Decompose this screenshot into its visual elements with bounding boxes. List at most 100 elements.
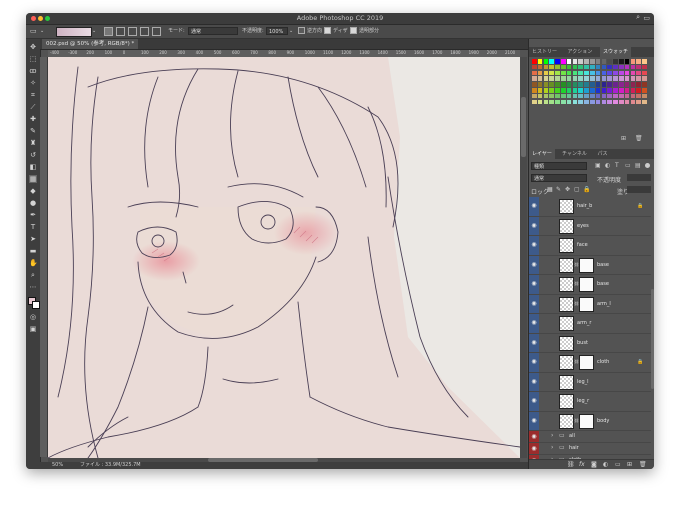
color-swatch[interactable] (555, 88, 560, 93)
layer-row[interactable]: ◉ bust (529, 333, 651, 353)
color-swatch[interactable] (613, 59, 618, 64)
adjustment-icon[interactable]: ◐ (603, 460, 608, 469)
color-swatch[interactable] (642, 64, 647, 70)
color-swatch[interactable] (561, 93, 566, 99)
layer-row[interactable]: ◉ arm_r (529, 314, 651, 334)
color-swatch[interactable] (595, 82, 601, 87)
color-swatch[interactable] (595, 99, 601, 105)
trash-icon[interactable]: 🗑 (635, 135, 643, 142)
color-swatch[interactable] (572, 93, 578, 99)
color-swatch[interactable] (636, 99, 641, 105)
color-swatch[interactable] (532, 64, 537, 70)
screen-mode-icon[interactable]: ▣ (29, 325, 37, 333)
color-swatch[interactable] (613, 93, 618, 99)
opacity-input[interactable]: 100% (266, 27, 288, 35)
color-swatch[interactable] (613, 70, 618, 76)
vertical-scrollbar[interactable] (520, 57, 527, 458)
color-swatch[interactable] (590, 59, 595, 64)
color-swatch[interactable] (595, 93, 601, 99)
transparency-checkbox[interactable]: 透明部分 (350, 27, 379, 36)
new-layer-icon[interactable]: ⊞ (627, 460, 632, 469)
visibility-eye-icon[interactable]: ◉ (529, 443, 539, 454)
layers-tab-0[interactable]: レイヤー (529, 149, 555, 159)
filter-toggle[interactable] (645, 163, 650, 168)
filter-type-icon[interactable]: T (615, 162, 619, 169)
color-swatch[interactable] (549, 70, 554, 76)
layer-group-row[interactable]: ◉ › ▭ all (529, 431, 651, 443)
color-swatch[interactable] (532, 93, 537, 99)
color-swatch[interactable] (578, 88, 583, 93)
color-swatch[interactable] (543, 99, 549, 105)
color-swatch[interactable] (595, 88, 601, 93)
color-swatch[interactable] (636, 64, 641, 70)
color-swatch[interactable] (636, 76, 641, 81)
color-swatch[interactable] (607, 59, 612, 64)
filter-smart-object-icon[interactable]: ▤ (635, 162, 641, 169)
crop-tool-icon[interactable]: ⌗ (29, 91, 37, 99)
color-swatch[interactable] (613, 99, 618, 105)
dither-checkbox[interactable]: ディザ (324, 27, 348, 36)
color-swatch[interactable] (642, 59, 647, 64)
color-swatch[interactable] (607, 70, 612, 76)
link-icon[interactable]: ⛓ (567, 460, 575, 469)
color-swatch[interactable] (566, 99, 572, 105)
color-swatch[interactable] (555, 82, 560, 87)
zoom-level[interactable]: 50% (52, 462, 63, 469)
color-swatch[interactable] (607, 64, 612, 70)
color-swatch[interactable] (543, 82, 549, 87)
hand-tool-icon[interactable]: ✋ (29, 259, 38, 267)
color-swatch[interactable] (543, 70, 549, 76)
color-swatch[interactable] (549, 93, 554, 99)
color-swatch[interactable] (636, 82, 641, 87)
chevron-down-icon[interactable]: ⌄ (289, 27, 293, 36)
color-swatch[interactable] (566, 59, 572, 64)
color-swatch[interactable] (555, 59, 560, 64)
stamp-tool-icon[interactable]: ♜ (29, 139, 37, 147)
layer-row[interactable]: ◉ eyes (529, 216, 651, 236)
color-swatch[interactable] (532, 76, 537, 81)
color-swatch[interactable] (543, 93, 549, 99)
color-swatch[interactable] (549, 88, 554, 93)
color-swatch[interactable] (572, 82, 578, 87)
color-swatch[interactable] (601, 64, 607, 70)
color-swatch[interactable] (642, 99, 647, 105)
color-swatch[interactable] (619, 88, 624, 93)
path-select-icon[interactable]: ➤ (29, 235, 37, 243)
color-swatch[interactable] (619, 64, 624, 70)
layer-mask-thumbnail[interactable] (579, 277, 594, 292)
color-swatch[interactable] (619, 70, 624, 76)
color-swatch[interactable] (537, 70, 543, 76)
visibility-eye-icon[interactable]: ◉ (529, 255, 539, 274)
swatch-tab-2[interactable]: スウォッチ (600, 47, 632, 57)
lock-transparency-icon[interactable]: ▦ (547, 186, 553, 193)
reflected-gradient-button[interactable] (140, 27, 149, 36)
lock-artboard-icon[interactable]: ▢ (574, 186, 580, 193)
color-swatch[interactable] (601, 70, 607, 76)
color-swatch[interactable] (619, 99, 624, 105)
layer-mask-thumbnail[interactable] (579, 355, 594, 370)
color-swatch[interactable] (624, 88, 630, 93)
visibility-eye-icon[interactable]: ◉ (529, 353, 539, 372)
color-swatch[interactable] (619, 76, 624, 81)
filter-adjustment-icon[interactable]: ◐ (605, 162, 610, 169)
visibility-eye-icon[interactable]: ◉ (529, 431, 539, 442)
lock-all-icon[interactable]: 🔒 (583, 186, 590, 193)
color-swatch[interactable] (555, 70, 560, 76)
color-swatch[interactable] (537, 64, 543, 70)
color-swatch[interactable] (572, 88, 578, 93)
color-swatch[interactable] (624, 93, 630, 99)
layers-tab-2[interactable]: パス (595, 149, 611, 159)
color-swatch[interactable] (578, 76, 583, 81)
color-swatch[interactable] (642, 93, 647, 99)
color-swatch[interactable] (584, 99, 589, 105)
color-swatch[interactable] (624, 82, 630, 87)
color-swatch[interactable] (619, 59, 624, 64)
healing-brush-icon[interactable]: ✚ (29, 115, 37, 123)
color-swatch[interactable] (607, 82, 612, 87)
color-swatch[interactable] (601, 82, 607, 87)
layer-row[interactable]: ◉ hair_b 🔒 (529, 197, 651, 217)
color-swatch[interactable] (613, 82, 618, 87)
mask-icon[interactable]: ◙ (591, 460, 597, 469)
color-swatch[interactable] (578, 59, 583, 64)
color-swatch[interactable] (613, 64, 618, 70)
